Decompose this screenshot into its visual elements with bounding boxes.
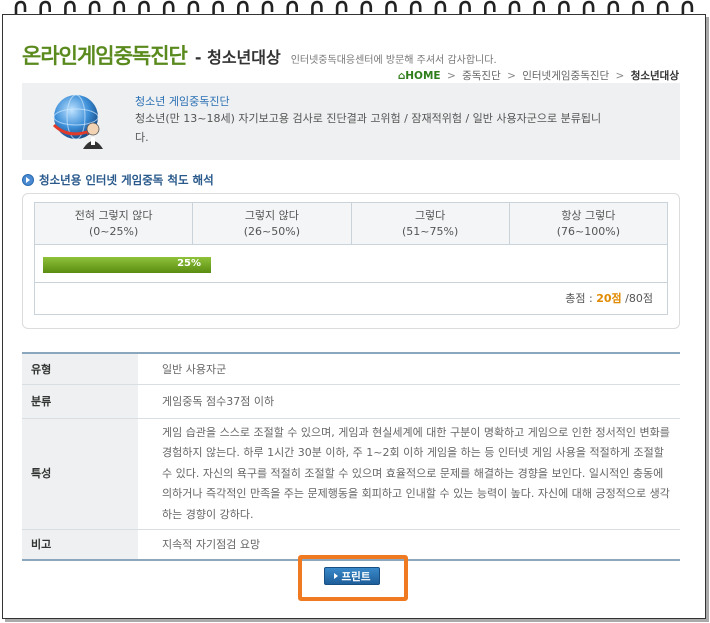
scale-column-range: (76~100%) [556, 225, 620, 238]
scale-panel: 전혀 그렇지 않다 (0~25%) 그렇지 않다 (26~50%) 그렇다 (51~7… [22, 193, 680, 329]
score-total: /80점 [625, 292, 653, 305]
progress-track: 25% [43, 257, 659, 273]
row-label: 특성 [22, 418, 138, 530]
scale-column: 전혀 그렇지 않다 (0~25%) [35, 203, 194, 244]
globe-user-icon [52, 94, 103, 149]
play-arrow-icon [333, 573, 338, 579]
page-header: 온라인게임중독진단 - 청소년대상 인터넷중독대응센터에 방문해 주셔서 감사합… [22, 40, 497, 70]
breadcrumb: ⌂HOME > 중독진단 > 인터넷게임중독진단 > 청소년대상 [398, 68, 679, 83]
breadcrumb-item[interactable]: 인터넷게임중독진단 [522, 70, 609, 82]
scale-header: 전혀 그렇지 않다 (0~25%) 그렇지 않다 (26~50%) 그렇다 (51~7… [35, 203, 667, 245]
row-value: 게임중독 점수37점 이하 [138, 384, 680, 419]
row-label: 유형 [22, 353, 138, 385]
score-summary: 총점 : 20점 /80점 [35, 283, 667, 315]
scale-table: 전혀 그렇지 않다 (0~25%) 그렇지 않다 (26~50%) 그렇다 (51~7… [34, 202, 668, 315]
result-detail-table: 유형 일반 사용자군 분류 게임중독 점수37점 이하 특성 게임 습관을 스스… [22, 352, 680, 561]
progress-label: 25% [177, 258, 201, 269]
breadcrumb-home[interactable]: ⌂HOME [398, 70, 441, 82]
scale-column-label: 그렇다 [414, 209, 446, 222]
section-heading-text: 청소년용 인터넷 게임중독 척도 해석 [39, 173, 214, 187]
chevron-right-icon: > [507, 70, 516, 82]
row-value: 일반 사용자군 [138, 353, 680, 385]
scale-column-range: (51~75%) [402, 225, 459, 238]
breadcrumb-item[interactable]: 중독진단 [462, 70, 501, 82]
info-box: 청소년 게임중독진단 청소년(만 13~18세) 자기보고용 검사로 진단결과 … [22, 83, 680, 160]
scale-column-range: (26~50%) [243, 225, 300, 238]
score-prefix: 총점 : [565, 292, 593, 305]
scale-column: 그렇다 (51~75%) [352, 203, 510, 244]
bullet-arrow-icon [22, 174, 34, 186]
scale-column-label: 항상 그렇다 [561, 209, 616, 222]
page-subtitle: - 청소년대상 [194, 48, 281, 67]
table-row: 분류 게임중독 점수37점 이하 [22, 384, 680, 419]
breadcrumb-current: 청소년대상 [630, 70, 679, 82]
progress-row: 25% [35, 245, 667, 283]
print-highlight: 프린트 [298, 555, 408, 601]
progress-bar: 25% [43, 257, 211, 273]
score-value: 20점 [596, 292, 622, 305]
scale-column: 항상 그렇다 (76~100%) [510, 203, 667, 244]
row-label: 비고 [22, 529, 138, 560]
info-description: 청소년(만 13~18세) 자기보고용 검사로 진단결과 고위험 / 잠재적위험… [135, 112, 602, 144]
welcome-note: 인터넷중독대응센터에 방문해 주셔서 감사합니다. [290, 55, 497, 66]
section-heading: 청소년용 인터넷 게임중독 척도 해석 [22, 172, 214, 188]
info-title: 청소년 게임중독진단 [135, 95, 230, 108]
chevron-right-icon: > [446, 70, 456, 82]
print-button[interactable]: 프린트 [324, 567, 380, 585]
row-value: 게임 습관을 스스로 조절할 수 있으며, 게임과 현실세계에 대한 구분이 명… [138, 418, 680, 530]
row-value: 지속적 자기점검 요망 [162, 538, 261, 552]
table-row: 특성 게임 습관을 스스로 조절할 수 있으며, 게임과 현실세계에 대한 구분… [22, 418, 680, 530]
scale-column-label: 전혀 그렇지 않다 [74, 209, 153, 222]
scale-column-range: (0~25%) [89, 225, 139, 238]
row-label: 분류 [22, 384, 138, 419]
table-row: 유형 일반 사용자군 [22, 353, 680, 385]
page-title: 온라인게임중독진단 [22, 44, 188, 68]
print-button-label: 프린트 [341, 570, 371, 583]
scale-column-label: 그렇지 않다 [244, 209, 299, 222]
chevron-right-icon: > [615, 70, 625, 82]
scale-column: 그렇지 않다 (26~50%) [193, 203, 352, 244]
